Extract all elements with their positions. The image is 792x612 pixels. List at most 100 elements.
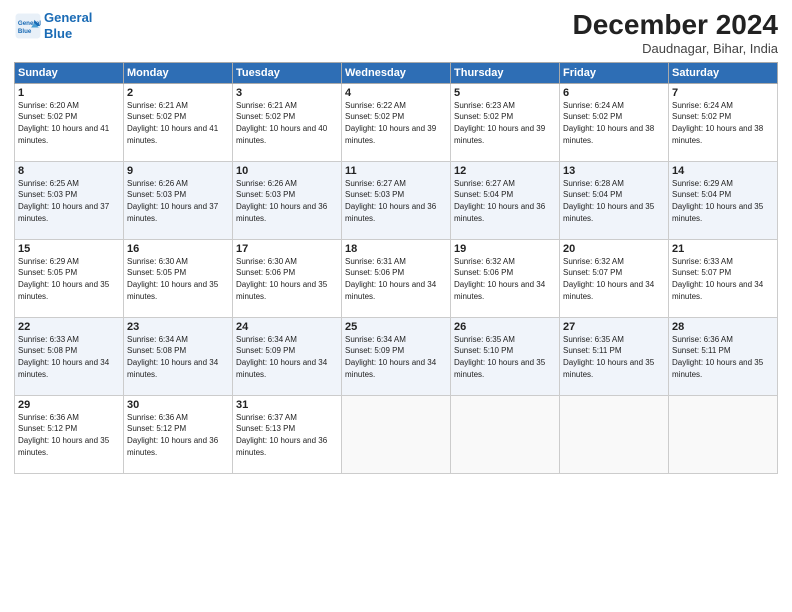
svg-text:Blue: Blue [18,28,32,35]
calendar-day: 28 Sunrise: 6:36 AMSunset: 5:11 PMDaylig… [669,317,778,395]
header-day: Saturday [669,62,778,83]
calendar-day: 7 Sunrise: 6:24 AMSunset: 5:02 PMDayligh… [669,83,778,161]
header-day: Tuesday [233,62,342,83]
day-detail: Sunrise: 6:27 AMSunset: 5:03 PMDaylight:… [345,178,447,224]
calendar-day: 30 Sunrise: 6:36 AMSunset: 5:12 PMDaylig… [124,395,233,473]
day-detail: Sunrise: 6:26 AMSunset: 5:03 PMDaylight:… [127,178,229,224]
header-day: Friday [560,62,669,83]
day-number: 1 [18,87,120,99]
day-detail: Sunrise: 6:24 AMSunset: 5:02 PMDaylight:… [563,100,665,146]
day-number: 15 [18,243,120,255]
title-block: December 2024 Daudnagar, Bihar, India [573,10,778,56]
calendar-week: 29 Sunrise: 6:36 AMSunset: 5:12 PMDaylig… [15,395,778,473]
day-number: 8 [18,165,120,177]
day-detail: Sunrise: 6:35 AMSunset: 5:10 PMDaylight:… [454,334,556,380]
calendar-day: 22 Sunrise: 6:33 AMSunset: 5:08 PMDaylig… [15,317,124,395]
day-number: 27 [563,321,665,333]
calendar-week: 1 Sunrise: 6:20 AMSunset: 5:02 PMDayligh… [15,83,778,161]
calendar-day: 2 Sunrise: 6:21 AMSunset: 5:02 PMDayligh… [124,83,233,161]
calendar-day: 19 Sunrise: 6:32 AMSunset: 5:06 PMDaylig… [451,239,560,317]
calendar-day [451,395,560,473]
calendar-week: 22 Sunrise: 6:33 AMSunset: 5:08 PMDaylig… [15,317,778,395]
day-detail: Sunrise: 6:26 AMSunset: 5:03 PMDaylight:… [236,178,338,224]
header: General Blue GeneralBlue December 2024 D… [14,10,778,56]
day-detail: Sunrise: 6:30 AMSunset: 5:06 PMDaylight:… [236,256,338,302]
day-number: 17 [236,243,338,255]
day-detail: Sunrise: 6:27 AMSunset: 5:04 PMDaylight:… [454,178,556,224]
day-number: 12 [454,165,556,177]
calendar-day: 4 Sunrise: 6:22 AMSunset: 5:02 PMDayligh… [342,83,451,161]
calendar-day: 10 Sunrise: 6:26 AMSunset: 5:03 PMDaylig… [233,161,342,239]
calendar-day: 23 Sunrise: 6:34 AMSunset: 5:08 PMDaylig… [124,317,233,395]
day-detail: Sunrise: 6:36 AMSunset: 5:12 PMDaylight:… [127,412,229,458]
day-number: 3 [236,87,338,99]
day-number: 19 [454,243,556,255]
day-detail: Sunrise: 6:20 AMSunset: 5:02 PMDaylight:… [18,100,120,146]
calendar-day: 20 Sunrise: 6:32 AMSunset: 5:07 PMDaylig… [560,239,669,317]
day-number: 25 [345,321,447,333]
day-detail: Sunrise: 6:23 AMSunset: 5:02 PMDaylight:… [454,100,556,146]
calendar-day: 17 Sunrise: 6:30 AMSunset: 5:06 PMDaylig… [233,239,342,317]
day-detail: Sunrise: 6:22 AMSunset: 5:02 PMDaylight:… [345,100,447,146]
day-detail: Sunrise: 6:32 AMSunset: 5:06 PMDaylight:… [454,256,556,302]
day-detail: Sunrise: 6:29 AMSunset: 5:05 PMDaylight:… [18,256,120,302]
day-detail: Sunrise: 6:21 AMSunset: 5:02 PMDaylight:… [127,100,229,146]
day-detail: Sunrise: 6:37 AMSunset: 5:13 PMDaylight:… [236,412,338,458]
logo-icon: General Blue [14,12,42,40]
day-detail: Sunrise: 6:34 AMSunset: 5:09 PMDaylight:… [236,334,338,380]
day-number: 28 [672,321,774,333]
calendar-day: 3 Sunrise: 6:21 AMSunset: 5:02 PMDayligh… [233,83,342,161]
day-detail: Sunrise: 6:33 AMSunset: 5:07 PMDaylight:… [672,256,774,302]
calendar-day: 26 Sunrise: 6:35 AMSunset: 5:10 PMDaylig… [451,317,560,395]
day-number: 2 [127,87,229,99]
day-detail: Sunrise: 6:28 AMSunset: 5:04 PMDaylight:… [563,178,665,224]
day-number: 4 [345,87,447,99]
calendar-day: 16 Sunrise: 6:30 AMSunset: 5:05 PMDaylig… [124,239,233,317]
calendar-day: 21 Sunrise: 6:33 AMSunset: 5:07 PMDaylig… [669,239,778,317]
calendar-day: 31 Sunrise: 6:37 AMSunset: 5:13 PMDaylig… [233,395,342,473]
header-day: Wednesday [342,62,451,83]
calendar-day: 25 Sunrise: 6:34 AMSunset: 5:09 PMDaylig… [342,317,451,395]
day-number: 6 [563,87,665,99]
calendar-day: 24 Sunrise: 6:34 AMSunset: 5:09 PMDaylig… [233,317,342,395]
day-number: 16 [127,243,229,255]
calendar-day: 13 Sunrise: 6:28 AMSunset: 5:04 PMDaylig… [560,161,669,239]
calendar-day: 15 Sunrise: 6:29 AMSunset: 5:05 PMDaylig… [15,239,124,317]
day-number: 9 [127,165,229,177]
day-number: 29 [18,399,120,411]
calendar-day [669,395,778,473]
day-number: 22 [18,321,120,333]
calendar-day: 8 Sunrise: 6:25 AMSunset: 5:03 PMDayligh… [15,161,124,239]
logo: General Blue GeneralBlue [14,10,92,41]
header-day: Thursday [451,62,560,83]
day-number: 18 [345,243,447,255]
calendar-day: 5 Sunrise: 6:23 AMSunset: 5:02 PMDayligh… [451,83,560,161]
calendar-day: 1 Sunrise: 6:20 AMSunset: 5:02 PMDayligh… [15,83,124,161]
day-detail: Sunrise: 6:31 AMSunset: 5:06 PMDaylight:… [345,256,447,302]
day-detail: Sunrise: 6:21 AMSunset: 5:02 PMDaylight:… [236,100,338,146]
header-day: Monday [124,62,233,83]
calendar-day: 11 Sunrise: 6:27 AMSunset: 5:03 PMDaylig… [342,161,451,239]
calendar-day: 29 Sunrise: 6:36 AMSunset: 5:12 PMDaylig… [15,395,124,473]
day-number: 5 [454,87,556,99]
day-number: 24 [236,321,338,333]
calendar-day [560,395,669,473]
day-detail: Sunrise: 6:34 AMSunset: 5:08 PMDaylight:… [127,334,229,380]
month-title: December 2024 [573,10,778,41]
day-number: 10 [236,165,338,177]
day-detail: Sunrise: 6:30 AMSunset: 5:05 PMDaylight:… [127,256,229,302]
header-row: SundayMondayTuesdayWednesdayThursdayFrid… [15,62,778,83]
day-detail: Sunrise: 6:36 AMSunset: 5:11 PMDaylight:… [672,334,774,380]
day-detail: Sunrise: 6:36 AMSunset: 5:12 PMDaylight:… [18,412,120,458]
calendar-week: 8 Sunrise: 6:25 AMSunset: 5:03 PMDayligh… [15,161,778,239]
page-container: General Blue GeneralBlue December 2024 D… [0,0,792,482]
day-number: 26 [454,321,556,333]
day-number: 31 [236,399,338,411]
calendar-day [342,395,451,473]
calendar-day: 12 Sunrise: 6:27 AMSunset: 5:04 PMDaylig… [451,161,560,239]
day-number: 20 [563,243,665,255]
day-number: 11 [345,165,447,177]
day-detail: Sunrise: 6:33 AMSunset: 5:08 PMDaylight:… [18,334,120,380]
day-number: 23 [127,321,229,333]
calendar-day: 14 Sunrise: 6:29 AMSunset: 5:04 PMDaylig… [669,161,778,239]
